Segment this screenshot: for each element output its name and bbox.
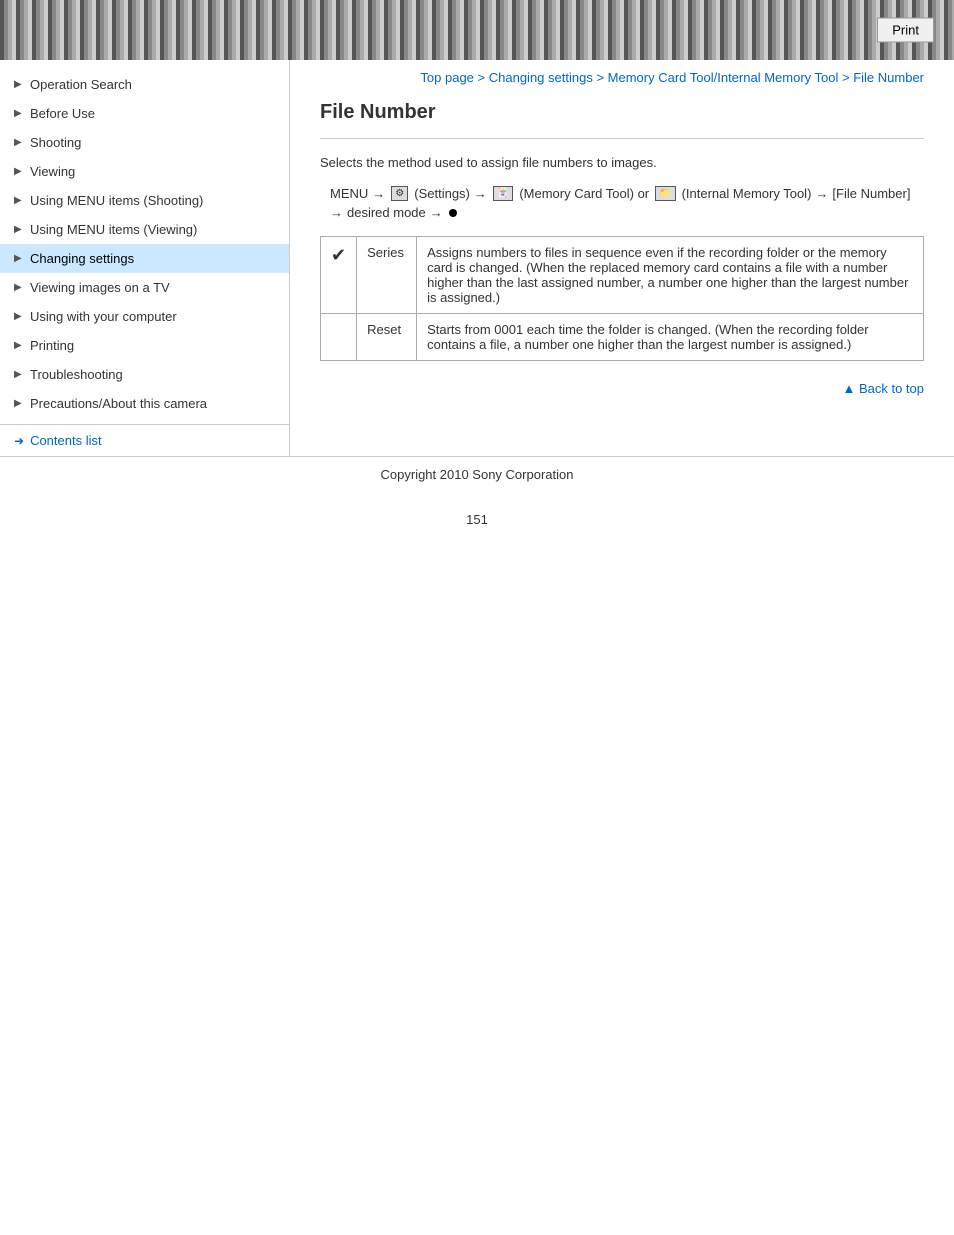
breadcrumb-item-1[interactable]: Changing settings <box>489 70 593 85</box>
sidebar-item-1[interactable]: ▶ Before Use <box>0 99 289 128</box>
sidebar-arrow-8: ▶ <box>14 311 24 322</box>
sidebar-item-10[interactable]: ▶ Troubleshooting <box>0 360 289 389</box>
sidebar-arrow-5: ▶ <box>14 224 24 235</box>
arrow-2: → <box>474 186 487 201</box>
sidebar-label-11: Precautions/About this camera <box>30 396 207 411</box>
page-title: File Number <box>320 101 924 124</box>
breadcrumb-item-0[interactable]: Top page <box>420 70 474 85</box>
page-title-section: File Number <box>320 101 924 139</box>
breadcrumb-item-2[interactable]: Memory Card Tool/Internal Memory Tool <box>608 70 839 85</box>
print-button[interactable]: Print <box>877 18 934 43</box>
desc-cell-1: Starts from 0001 each time the folder is… <box>417 314 924 361</box>
sidebar-item-0[interactable]: ▶ Operation Search <box>0 70 289 99</box>
main-layout: ▶ Operation Search ▶ Before Use ▶ Shooting ▶ Vi… <box>0 60 954 456</box>
arrow-1: → <box>372 186 385 201</box>
file-number-table: ✔ Series Assigns numbers to files in seq… <box>320 236 924 361</box>
header-bar: Print <box>0 0 954 60</box>
checkmark-icon: ✔ <box>331 245 346 265</box>
desc-cell-0: Assigns numbers to files in sequence eve… <box>417 237 924 314</box>
bullet-icon <box>449 209 457 217</box>
sidebar-label-0: Operation Search <box>30 77 132 92</box>
back-to-top-link[interactable]: Back to top <box>320 381 924 396</box>
sidebar-label-7: Viewing images on a TV <box>30 280 170 295</box>
description: Selects the method used to assign file n… <box>320 155 924 170</box>
memory-card-tool-icon: 🃏 <box>493 186 513 201</box>
sidebar-item-4[interactable]: ▶ Using MENU items (Shooting) <box>0 186 289 215</box>
sidebar-arrow-6: ▶ <box>14 253 24 264</box>
sidebar-arrow-7: ▶ <box>14 282 24 293</box>
menu-text: MENU <box>330 186 368 201</box>
table-row-0: ✔ Series Assigns numbers to files in seq… <box>321 237 924 314</box>
breadcrumb-separator-0: > <box>474 70 489 85</box>
sidebar-arrow-11: ▶ <box>14 398 24 409</box>
sidebar-label-9: Printing <box>30 338 74 353</box>
breadcrumb-item-3[interactable]: File Number <box>853 70 924 85</box>
internal-memory-tool-icon: 📁 <box>655 186 675 201</box>
breadcrumb: Top page > Changing settings > Memory Ca… <box>320 70 924 85</box>
sidebar-arrow-2: ▶ <box>14 137 24 148</box>
sidebar-item-11[interactable]: ▶ Precautions/About this camera <box>0 389 289 418</box>
footer: Copyright 2010 Sony Corporation <box>0 456 954 492</box>
sidebar-label-6: Changing settings <box>30 251 134 266</box>
sidebar-label-3: Viewing <box>30 164 75 179</box>
sidebar-label-10: Troubleshooting <box>30 367 123 382</box>
sidebar-arrow-10: ▶ <box>14 369 24 380</box>
sidebar-item-6[interactable]: ▶ Changing settings <box>0 244 289 273</box>
sidebar-item-2[interactable]: ▶ Shooting <box>0 128 289 157</box>
breadcrumb-separator-1: > <box>593 70 608 85</box>
file-number-label: [File Number] <box>832 186 910 201</box>
sidebar-label-2: Shooting <box>30 135 81 150</box>
sidebar-item-5[interactable]: ▶ Using MENU items (Viewing) <box>0 215 289 244</box>
table-row-1: Reset Starts from 0001 each time the fol… <box>321 314 924 361</box>
internal-memory-tool-label: (Internal Memory Tool) <box>682 186 812 201</box>
sidebar-label-1: Before Use <box>30 106 95 121</box>
sidebar-item-3[interactable]: ▶ Viewing <box>0 157 289 186</box>
arrow-5: → <box>430 205 443 220</box>
page-number: 151 <box>0 512 954 527</box>
check-cell-1 <box>321 314 357 361</box>
sidebar-arrow-1: ▶ <box>14 108 24 119</box>
sidebar-item-8[interactable]: ▶ Using with your computer <box>0 302 289 331</box>
label-cell-1: Reset <box>357 314 417 361</box>
arrow-4: → <box>330 205 343 220</box>
sidebar-label-8: Using with your computer <box>30 309 177 324</box>
sidebar-label-5: Using MENU items (Viewing) <box>30 222 197 237</box>
sidebar-label-4: Using MENU items (Shooting) <box>30 193 203 208</box>
sidebar-arrow-9: ▶ <box>14 340 24 351</box>
contents-list-label: Contents list <box>30 433 102 448</box>
sidebar-item-7[interactable]: ▶ Viewing images on a TV <box>0 273 289 302</box>
sidebar-arrow-4: ▶ <box>14 195 24 206</box>
memory-card-tool-label: (Memory Card Tool) or <box>519 186 649 201</box>
copyright-text: Copyright 2010 Sony Corporation <box>381 467 574 482</box>
sidebar: ▶ Operation Search ▶ Before Use ▶ Shooting ▶ Vi… <box>0 60 290 456</box>
menu-path: MENU → ⚙ (Settings) → 🃏 (Memory Card Too… <box>320 186 924 220</box>
arrow-right-icon: ➜ <box>14 434 24 448</box>
sidebar-arrow-0: ▶ <box>14 79 24 90</box>
sidebar-arrow-3: ▶ <box>14 166 24 177</box>
settings-icon: ⚙ <box>391 186 408 201</box>
contents-list-link[interactable]: ➜ Contents list <box>0 424 289 456</box>
desired-mode-label: desired mode <box>347 205 426 220</box>
settings-label: (Settings) <box>414 186 470 201</box>
breadcrumb-separator-2: > <box>838 70 853 85</box>
content-area: Top page > Changing settings > Memory Ca… <box>290 60 954 456</box>
arrow-3: → <box>815 186 828 201</box>
sidebar-item-9[interactable]: ▶ Printing <box>0 331 289 360</box>
label-cell-0: Series <box>357 237 417 314</box>
check-cell-0: ✔ <box>321 237 357 314</box>
